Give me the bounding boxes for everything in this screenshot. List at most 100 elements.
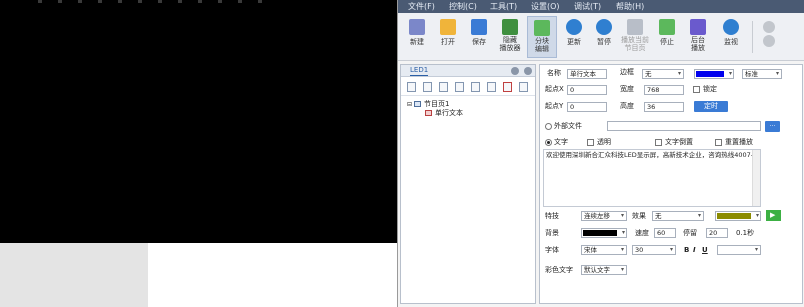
- toolbar: 新建 打开 保存 隐藏 播放器 分块 编辑 更新 暂停 播放当前 节目页 停止 …: [398, 13, 804, 61]
- x-field[interactable]: 0: [567, 85, 607, 95]
- folder-icon: [440, 19, 456, 35]
- width-label: 宽度: [620, 85, 634, 93]
- user-button[interactable]: [754, 16, 784, 58]
- text-radio[interactable]: [545, 139, 552, 146]
- menu-file[interactable]: 文件(F): [408, 1, 435, 12]
- speed-field[interactable]: 60: [654, 228, 676, 238]
- update-label: 更新: [567, 38, 581, 46]
- monitor-label: 监视: [724, 38, 738, 46]
- font-size-select[interactable]: 30: [632, 245, 676, 255]
- text-content-area[interactable]: 欢迎使用深圳新合汇众科技LED显示屏，高新技术企业，咨询热线4007-888-1…: [543, 149, 761, 207]
- stay-unit-label: 0.1秒: [736, 229, 755, 237]
- border-color-picker[interactable]: [694, 69, 734, 79]
- play-current-page-button[interactable]: 播放当前 节目页: [620, 16, 650, 58]
- effect-label: 特技: [545, 212, 559, 220]
- border-style-select[interactable]: 标准: [742, 69, 782, 79]
- background-color-picker[interactable]: [581, 228, 627, 238]
- monitor-icon: [723, 19, 739, 35]
- settings-icon[interactable]: [511, 67, 519, 75]
- external-file-radio[interactable]: [545, 123, 552, 130]
- new-icon: [409, 19, 425, 35]
- delete-icon[interactable]: [503, 82, 512, 92]
- repeat-play-checkbox[interactable]: [715, 139, 722, 146]
- name-field[interactable]: 单行文本: [567, 69, 607, 79]
- play-current-label-1: 播放当前: [621, 36, 649, 44]
- stay-field[interactable]: 20: [706, 228, 728, 238]
- add-page-icon[interactable]: [407, 82, 416, 92]
- add-area-icon[interactable]: [423, 82, 432, 92]
- led-editor-window: 文件(F) 控制(C) 工具(T) 设置(O) 调试(T) 帮助(H) 新建 打…: [397, 0, 804, 307]
- colorful-text-label: 彩色文字: [545, 266, 573, 274]
- tab-led1[interactable]: LED1: [410, 66, 429, 76]
- height-field[interactable]: 36: [644, 102, 684, 112]
- text-style-select[interactable]: [717, 245, 761, 255]
- new-button[interactable]: 新建: [402, 16, 432, 58]
- toolbar-divider: [752, 21, 753, 53]
- page-icon: [414, 101, 422, 107]
- move-up-icon[interactable]: [471, 82, 480, 92]
- border-color-swatch: [696, 71, 724, 77]
- monitor-button[interactable]: 监视: [716, 16, 746, 58]
- background-play-icon: [690, 19, 706, 35]
- pause-button[interactable]: 暂停: [589, 16, 619, 58]
- menu-bar: 文件(F) 控制(C) 工具(T) 设置(O) 调试(T) 帮助(H): [398, 0, 804, 13]
- underline-button[interactable]: U: [702, 246, 708, 255]
- repeat-play-label: 重置播放: [725, 138, 753, 146]
- menu-control[interactable]: 控制(C): [449, 1, 477, 12]
- clear-icon[interactable]: [519, 82, 528, 92]
- update-button[interactable]: 更新: [559, 16, 589, 58]
- lock-label: 锁定: [703, 85, 717, 93]
- background-play-button[interactable]: 后台 播放: [683, 16, 713, 58]
- external-file-path[interactable]: [607, 121, 761, 131]
- text-node-label: 单行文本: [435, 109, 463, 117]
- hide-label-2: 播放器: [499, 44, 521, 52]
- timer-button[interactable]: 定时: [694, 101, 728, 112]
- y-label: 起点Y: [545, 102, 564, 110]
- add-text-icon[interactable]: [439, 82, 448, 92]
- refresh-icon: [566, 19, 582, 35]
- text-area-scrollbar[interactable]: [752, 150, 760, 206]
- preview-play-button[interactable]: ▶: [766, 210, 781, 221]
- hide-player-button[interactable]: 隐藏 播放器: [495, 16, 525, 58]
- font-label: 字体: [545, 246, 559, 254]
- user-settings-icon: [763, 35, 775, 47]
- move-down-icon[interactable]: [487, 82, 496, 92]
- colorful-text-select[interactable]: 默认文字: [581, 265, 627, 275]
- border-select[interactable]: 无: [642, 69, 684, 79]
- reverse-text-label: 文字倒置: [665, 138, 693, 146]
- pause-label: 暂停: [597, 38, 611, 46]
- collapse-icon[interactable]: ⊟: [407, 101, 412, 108]
- font-select[interactable]: 宋体: [581, 245, 627, 255]
- menu-tools[interactable]: 工具(T): [490, 1, 517, 12]
- open-label: 打开: [441, 38, 455, 46]
- open-button[interactable]: 打开: [433, 16, 463, 58]
- width-field[interactable]: 768: [644, 85, 684, 95]
- italic-button[interactable]: I: [693, 246, 696, 255]
- y-field[interactable]: 0: [567, 102, 607, 112]
- browse-button[interactable]: ···: [765, 121, 780, 132]
- desktop-background-white: [148, 243, 397, 307]
- tree-item-page[interactable]: ⊟ 节目页1: [407, 100, 450, 109]
- transparent-checkbox[interactable]: [587, 139, 594, 146]
- info-icon[interactable]: [524, 67, 532, 75]
- save-button[interactable]: 保存: [464, 16, 494, 58]
- tree-item-text[interactable]: 单行文本: [425, 109, 463, 118]
- copy-icon[interactable]: [455, 82, 464, 92]
- text-color-picker[interactable]: [715, 211, 761, 221]
- transparent-label: 透明: [597, 138, 611, 146]
- bold-button[interactable]: B: [684, 246, 689, 255]
- menu-settings[interactable]: 设置(O): [531, 1, 560, 12]
- reverse-text-checkbox[interactable]: [655, 139, 662, 146]
- background-label: 背景: [545, 229, 559, 237]
- effect2-label: 效果: [632, 212, 646, 220]
- effect-select[interactable]: 连续左移: [581, 211, 627, 221]
- stop-button[interactable]: 停止: [652, 16, 682, 58]
- split-edit-button[interactable]: 分块 编辑: [527, 16, 557, 58]
- text-option-label: 文字: [554, 138, 568, 146]
- play-current-label-2: 节目页: [624, 44, 646, 52]
- lock-checkbox[interactable]: [693, 86, 700, 93]
- height-label: 高度: [620, 102, 634, 110]
- menu-help[interactable]: 帮助(H): [616, 1, 644, 12]
- menu-debug[interactable]: 调试(T): [574, 1, 601, 12]
- effect2-select[interactable]: 无: [652, 211, 704, 221]
